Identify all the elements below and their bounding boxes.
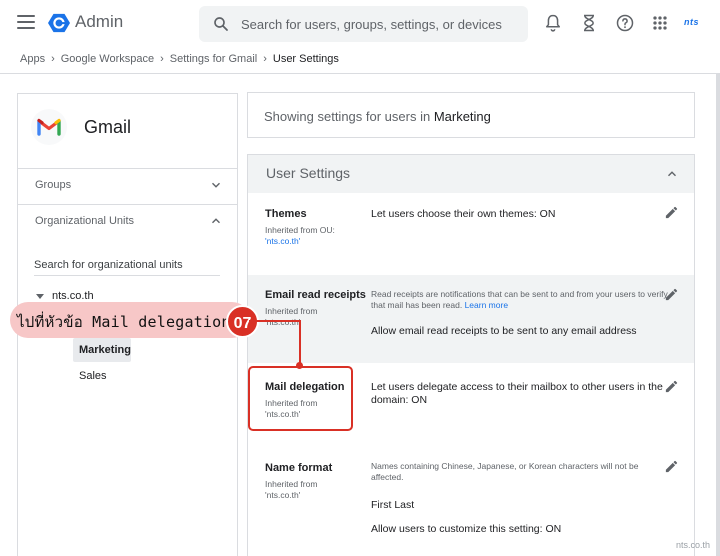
header-divider [0,73,720,74]
chevron-right-icon: › [51,53,55,65]
callout-text: ไปที่หัวข้อ Mail delegation [17,313,231,331]
showing-text: Showing settings for users in Marketing [264,109,491,124]
user-settings-header[interactable]: User Settings [248,155,694,193]
top-app-bar: Admin nts [0,0,720,46]
watermark: nts.co.th [676,540,711,550]
page-scrollbar[interactable] [716,74,720,556]
search-icon [214,17,228,31]
hourglass-icon[interactable] [579,13,599,33]
search-input[interactable] [241,6,521,42]
admin-logo-icon[interactable] [48,12,70,34]
setting-description: Allow email read receipts to be sent to … [371,325,637,337]
showing-prefix: Showing settings for users in [264,109,434,124]
showing-settings-banner: Showing settings for users in Marketing [247,92,695,138]
setting-name: Email read receipts [265,289,366,301]
setting-description: Let users choose their own themes: ON [371,208,556,220]
inherited-label: Inherited from OU: [265,225,335,235]
setting-hint: Names containing Chinese, Japanese, or K… [371,461,639,482]
groups-label: Groups [35,179,72,191]
edit-pencil-icon[interactable] [664,459,679,474]
tree-root-label: nts.co.th [52,290,94,302]
chevron-down-icon[interactable] [209,178,223,192]
learn-more-link[interactable]: Learn more [465,300,508,310]
inherited-from: Inherited from OU: 'nts.co.th' [265,225,335,247]
chevron-up-icon[interactable] [665,167,679,181]
mail-delegation-highlight [248,366,353,431]
help-icon[interactable] [615,13,635,33]
setting-name: Name format [265,462,333,474]
setting-value: First Last [371,499,415,511]
org-units-section-toggle[interactable]: Organizational Units [18,204,237,240]
app-title[interactable]: Admin [75,12,123,32]
gmail-logo-icon [31,109,67,145]
setting-description: Allow users to customize this setting: O… [371,523,562,535]
breadcrumb-current: User Settings [272,53,339,65]
inherited-label: Inherited from [265,479,318,489]
breadcrumb-settings-for-gmail[interactable]: Settings for Gmail [170,53,257,65]
chevron-up-icon[interactable] [209,214,223,228]
callout-connector [299,320,301,365]
chevron-right-icon: › [263,53,267,65]
hint-text: Read receipts are notifications that can… [371,289,668,310]
apps-grid-icon[interactable] [650,13,670,33]
org-units-label: Organizational Units [35,215,135,227]
setting-row-email-read-receipts[interactable]: Email read receipts Inherited from 'nts.… [248,275,694,363]
setting-hint: Read receipts are notifications that can… [371,289,671,311]
breadcrumb-apps[interactable]: Apps [20,53,45,65]
inherited-from: Inherited from 'nts.co.th' [265,306,317,328]
setting-row-name-format[interactable]: Name format Inherited from 'nts.co.th' N… [248,443,694,556]
breadcrumb: Apps › Google Workspace › Settings for G… [20,53,339,65]
section-title: User Settings [266,165,351,181]
inherited-ou: 'nts.co.th' [265,236,301,246]
inherited-ou: 'nts.co.th' [265,317,301,327]
setting-row-themes[interactable]: Themes Inherited from OU: 'nts.co.th' Le… [248,193,694,275]
description-line: domain: ON [371,394,428,406]
org-unit-search-input[interactable] [34,255,220,276]
caret-down-icon[interactable] [36,293,44,299]
chevron-right-icon: › [160,53,164,65]
showing-org-unit: Marketing [433,109,491,124]
inherited-from: Inherited from 'nts.co.th' [265,479,317,501]
step-callout: ไปที่หัวข้อ Mail delegation 07 [10,302,259,338]
callout-connector [249,320,301,322]
groups-section-toggle[interactable]: Groups [18,168,237,204]
menu-icon[interactable] [17,15,35,29]
edit-pencil-icon[interactable] [664,205,679,220]
service-title: Gmail [84,117,132,137]
tree-root-item[interactable]: nts.co.th [36,290,94,302]
inherited-label: Inherited from [265,306,318,316]
description-line: Let users delegate access to their mailb… [371,381,663,393]
setting-name: Themes [265,208,307,220]
tree-item-sales[interactable]: Sales [79,370,107,382]
brand-logo[interactable]: nts [684,17,699,27]
setting-description: Let users delegate access to their mailb… [371,381,663,407]
inherited-ou: 'nts.co.th' [265,490,301,500]
search-bar[interactable] [199,6,528,42]
bell-icon[interactable] [543,13,563,33]
edit-pencil-icon[interactable] [664,379,679,394]
user-settings-card: User Settings Themes Inherited from OU: … [247,154,695,556]
breadcrumb-google-workspace[interactable]: Google Workspace [61,53,154,65]
edit-pencil-icon[interactable] [664,287,679,302]
tree-item-marketing[interactable]: Marketing [73,338,131,362]
